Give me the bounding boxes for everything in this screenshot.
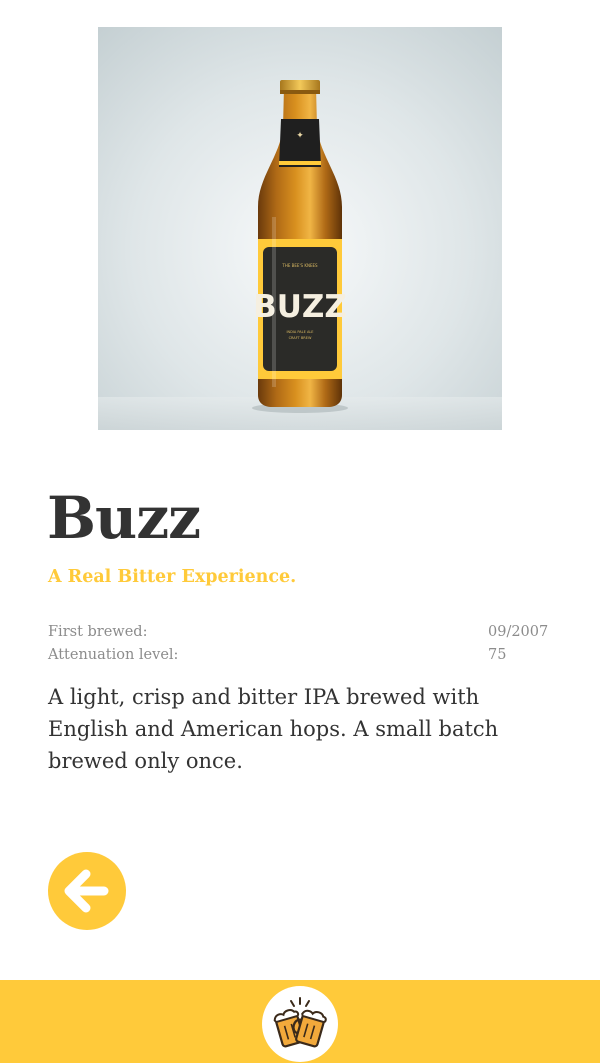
stat-label: Attenuation level: [48, 647, 179, 663]
svg-text:THE BEE'S KNEES: THE BEE'S KNEES [281, 263, 318, 268]
bottle-label-text: BUZZ [253, 289, 347, 325]
svg-text:✦: ✦ [296, 131, 304, 141]
svg-text:CRAFT BREW: CRAFT BREW [289, 336, 312, 340]
beer-stats: First brewed: 09/2007 Attenuation level:… [48, 621, 552, 667]
stat-value: 75 [488, 647, 507, 663]
arrow-left-icon [64, 869, 109, 913]
stat-attenuation-level: Attenuation level: 75 [48, 644, 552, 667]
beer-tagline: A Real Bitter Experience. [48, 567, 297, 587]
beer-mugs-cheers-icon [273, 997, 327, 1048]
beer-description: A light, crisp and bitter IPA brewed wit… [48, 685, 499, 773]
beer-bottle-image: ✦ THE BEE'S KNEES BUZZ INDIA PALE ALE CR… [98, 27, 502, 430]
home-logo-button[interactable] [262, 986, 338, 1062]
back-button[interactable] [48, 852, 126, 930]
footer-bar [0, 980, 600, 1063]
beer-name: Buzz [47, 484, 201, 552]
svg-text:INDIA PALE ALE: INDIA PALE ALE [287, 330, 314, 334]
stat-value: 09/2007 [488, 624, 549, 640]
beer-detail-page: ✦ THE BEE'S KNEES BUZZ INDIA PALE ALE CR… [0, 0, 600, 1063]
stat-first-brewed: First brewed: 09/2007 [48, 621, 552, 644]
stat-label: First brewed: [48, 624, 148, 640]
